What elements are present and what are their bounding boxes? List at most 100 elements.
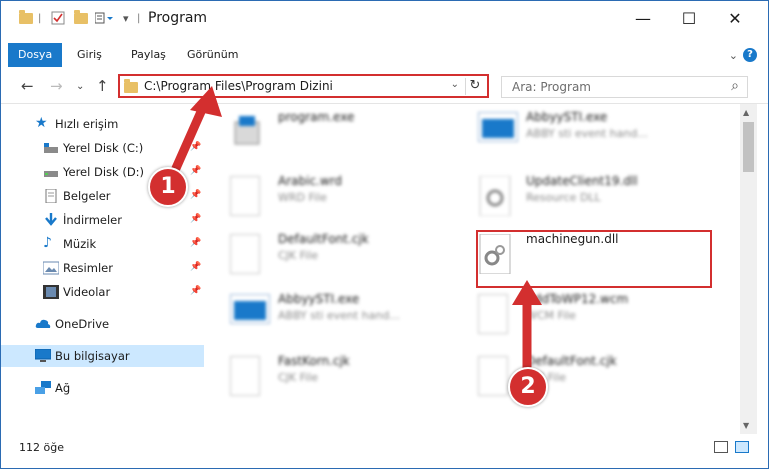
sidebar-item-onedrive[interactable]: OneDrive bbox=[1, 313, 204, 335]
sidebar-item-label: Müzik bbox=[63, 237, 97, 251]
file-type: WRD File bbox=[278, 191, 327, 204]
item-count: 112 öğe bbox=[19, 441, 64, 454]
scroll-down-icon[interactable]: ▼ bbox=[743, 421, 749, 430]
exe-icon bbox=[230, 294, 270, 334]
pin-icon[interactable]: 📌 bbox=[190, 190, 201, 200]
file-icon bbox=[478, 294, 512, 334]
folder-icon[interactable] bbox=[19, 9, 33, 26]
maximize-button[interactable]: ☐ bbox=[666, 1, 712, 35]
pin-icon[interactable]: 📌 bbox=[190, 142, 201, 152]
details-view-icon[interactable] bbox=[714, 441, 728, 453]
search-input[interactable]: Ara: Program bbox=[512, 80, 591, 94]
sidebar-item-label: Yerel Disk (D:) bbox=[63, 165, 145, 179]
sidebar-item-label: Belgeler bbox=[63, 189, 111, 203]
file-name: program.exe bbox=[278, 110, 355, 124]
minimize-button[interactable]: — bbox=[620, 1, 666, 35]
sidebar-item-music[interactable]: ♪ Müzik 📌 bbox=[1, 233, 204, 255]
separator: | bbox=[38, 12, 42, 24]
pin-icon[interactable]: 📌 bbox=[190, 286, 201, 296]
file-icon bbox=[230, 176, 264, 216]
sidebar-item-local-disk-c[interactable]: Yerel Disk (C:) 📌 bbox=[1, 137, 204, 159]
back-arrow-icon[interactable]: ← bbox=[21, 77, 34, 95]
sidebar-item-downloads[interactable]: İndirmeler 📌 bbox=[1, 209, 204, 231]
file-item[interactable]: AbbyySTI.exe ABBY sti event hand... bbox=[206, 286, 446, 344]
file-type: CJK File bbox=[278, 249, 319, 262]
new-folder-icon[interactable] bbox=[74, 9, 88, 26]
pictures-icon bbox=[42, 261, 60, 275]
file-type: Resource DLL bbox=[526, 191, 601, 204]
sidebar-item-label: İndirmeler bbox=[63, 213, 122, 227]
sidebar-item-this-pc[interactable]: Bu bilgisayar bbox=[1, 345, 204, 367]
sidebar-item-label: Videolar bbox=[63, 285, 111, 299]
download-icon bbox=[43, 213, 59, 227]
pin-icon[interactable]: 📌 bbox=[190, 238, 201, 248]
cloud-icon bbox=[35, 317, 51, 331]
file-name: AbbyySTI.exe bbox=[278, 292, 360, 306]
file-explorer-window: | ▾ | Program — ☐ ✕ Dosya Giriş Paylaş G… bbox=[0, 0, 769, 469]
recent-locations-icon[interactable]: ⌄ bbox=[76, 81, 84, 92]
refresh-icon[interactable]: ↻ bbox=[465, 78, 484, 95]
large-icons-view-icon[interactable] bbox=[735, 441, 749, 453]
customize-toolbar-icon[interactable] bbox=[95, 10, 117, 26]
chevron-down-icon[interactable]: ⌄ bbox=[451, 79, 459, 90]
file-name: AbbyySTI.exe bbox=[526, 110, 608, 124]
computer-icon bbox=[34, 348, 52, 363]
dll-icon bbox=[478, 175, 512, 217]
network-icon bbox=[35, 381, 51, 395]
highlight-box bbox=[476, 230, 712, 288]
sidebar-item-label: OneDrive bbox=[55, 317, 110, 331]
address-path[interactable]: C:\Program Files\Program Dizini bbox=[144, 79, 333, 93]
file-type: ABBY sti event hand... bbox=[278, 309, 400, 322]
sidebar-item-pictures[interactable]: Resimler 📌 bbox=[1, 257, 204, 279]
file-name: Arabic.wrd bbox=[278, 174, 343, 188]
status-bar: 112 öğe bbox=[1, 437, 768, 459]
sidebar-item-videos[interactable]: Videolar 📌 bbox=[1, 281, 204, 303]
scrollbar-thumb[interactable] bbox=[743, 122, 754, 172]
file-item[interactable]: UpdateClient19.dll Resource DLL bbox=[454, 168, 694, 226]
sidebar-item-label: Ağ bbox=[55, 381, 71, 395]
forward-arrow-icon[interactable]: → bbox=[50, 77, 63, 95]
tab-giris[interactable]: Giriş bbox=[67, 43, 112, 67]
close-button[interactable]: ✕ bbox=[712, 1, 758, 35]
sidebar-item-label: Yerel Disk (C:) bbox=[63, 141, 144, 155]
star-icon: ★ bbox=[35, 115, 48, 131]
file-name: UpdateClient19.dll bbox=[526, 174, 638, 188]
window-title: Program bbox=[148, 10, 208, 26]
file-item[interactable]: AddToWP12.wcm WCM File bbox=[454, 286, 694, 344]
folder-icon bbox=[124, 79, 138, 93]
file-type: CJK File bbox=[278, 371, 319, 384]
chevron-down-icon[interactable]: ⌄ bbox=[729, 49, 738, 62]
file-name: AddToWP12.wcm bbox=[526, 292, 629, 306]
file-item[interactable]: program.exe bbox=[206, 104, 446, 162]
title-bar: | ▾ | Program — ☐ ✕ bbox=[1, 1, 768, 35]
file-name: FastKorn.cjk bbox=[278, 354, 350, 368]
pin-icon[interactable]: 📌 bbox=[190, 166, 201, 176]
music-icon: ♪ bbox=[43, 235, 52, 251]
sidebar-item-network[interactable]: Ağ bbox=[1, 377, 204, 399]
tab-gorunum[interactable]: Görünüm bbox=[177, 43, 248, 67]
video-icon bbox=[43, 285, 59, 299]
chevron-down-icon[interactable]: ▾ bbox=[123, 10, 129, 26]
file-item[interactable]: Arabic.wrd WRD File bbox=[206, 168, 446, 226]
file-item[interactable]: FastKorn.cjk CJK File bbox=[206, 348, 446, 406]
step-badge-2: 2 bbox=[508, 367, 548, 407]
file-icon bbox=[230, 234, 264, 274]
tab-paylas[interactable]: Paylaş bbox=[121, 43, 176, 67]
file-item[interactable]: DefaultFont.cjk CJK File bbox=[454, 348, 694, 406]
search-icon[interactable]: ⌕ bbox=[731, 78, 739, 94]
properties-icon[interactable] bbox=[51, 10, 65, 26]
up-arrow-icon[interactable]: ↑ bbox=[96, 77, 109, 95]
file-item[interactable]: AbbyySTI.exe ABBY sti event hand... bbox=[454, 104, 694, 162]
tab-dosya[interactable]: Dosya bbox=[8, 43, 63, 67]
file-name: DefaultFont.cjk bbox=[526, 354, 617, 368]
scroll-up-icon[interactable]: ▲ bbox=[743, 108, 749, 117]
pin-icon[interactable]: 📌 bbox=[190, 262, 201, 272]
help-button[interactable]: ? bbox=[743, 48, 757, 62]
address-bar[interactable]: C:\Program Files\Program Dizini ⌄ ↻ bbox=[118, 74, 489, 98]
file-item[interactable]: DefaultFont.cjk CJK File bbox=[206, 226, 446, 284]
search-box[interactable]: Ara: Program ⌕ bbox=[501, 76, 748, 98]
sidebar-item-quick-access[interactable]: ★ Hızlı erişim bbox=[1, 113, 204, 135]
pin-icon[interactable]: 📌 bbox=[190, 214, 201, 224]
file-icon bbox=[478, 356, 512, 396]
vertical-scrollbar[interactable]: ▲ ▼ bbox=[740, 104, 757, 434]
